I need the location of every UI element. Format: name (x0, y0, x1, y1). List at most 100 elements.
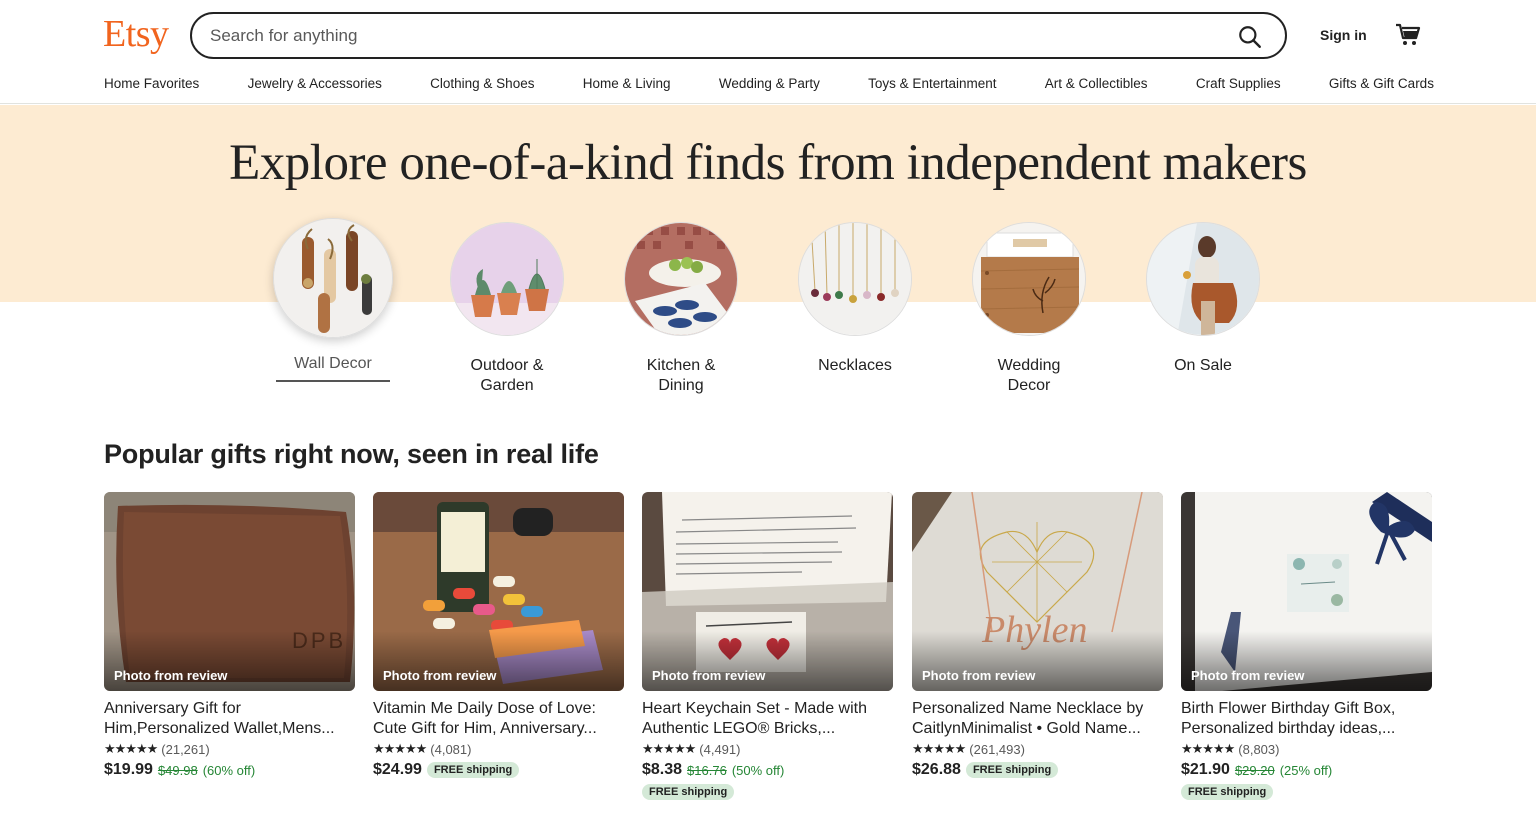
active-underline (276, 380, 390, 382)
wall-decor-image (273, 218, 393, 338)
nav-home-living[interactable]: Home & Living (583, 76, 671, 96)
sign-in-link[interactable]: Sign in (1320, 27, 1367, 43)
category-kitchen-dining[interactable]: Kitchen & Dining (611, 222, 751, 396)
hero-title: Explore one-of-a-kind finds from indepen… (229, 135, 1307, 191)
price-row: $21.90 $29.20 (25% off) (1181, 761, 1432, 779)
nav-clothing-shoes[interactable]: Clothing & Shoes (430, 76, 534, 96)
nav-gifts-gift-cards[interactable]: Gifts & Gift Cards (1329, 76, 1434, 96)
product-photo[interactable]: Phylen Photo from review (912, 492, 1163, 691)
free-shipping-row: FREE shipping (1181, 782, 1432, 800)
category-label: Kitchen & Dining (646, 357, 716, 394)
product-card-name-necklace[interactable]: Phylen Photo from review Personalized Na… (912, 492, 1163, 779)
product-card-wallet[interactable]: DPB Photo from review Anniversary Gift f… (104, 492, 355, 779)
title-line: Cute Gift for Him, Anniversary... (373, 720, 597, 737)
product-card-birth-flower-box[interactable]: Photo from review Birth Flower Birthday … (1181, 492, 1432, 800)
price: $21.90 (1181, 761, 1230, 778)
star-rating-icon: ★★★★★ (1181, 741, 1235, 756)
rating: ★★★★★ (261,493) (912, 741, 1163, 757)
nav-art-collectibles[interactable]: Art & Collectibles (1045, 76, 1148, 96)
review-count: (4,491) (699, 741, 741, 757)
price-row: $19.99 $49.98 (60% off) (104, 761, 355, 779)
category-label: Wall Decor (294, 355, 372, 372)
price: $8.38 (642, 761, 683, 778)
nav-wedding-party[interactable]: Wedding & Party (719, 76, 820, 96)
star-rating-icon: ★★★★★ (373, 741, 427, 756)
nav-craft-supplies[interactable]: Craft Supplies (1196, 76, 1281, 96)
category-wedding-decor[interactable]: Wedding Decor (959, 222, 1099, 396)
original-price: $29.20 (1234, 762, 1275, 778)
price-row: $26.88 FREE shipping (912, 761, 1163, 779)
wedding-decor-image (972, 222, 1086, 336)
rating: ★★★★★ (8,803) (1181, 741, 1432, 757)
price: $19.99 (104, 761, 153, 778)
review-count: (261,493) (969, 741, 1025, 757)
original-price: $16.76 (687, 762, 727, 778)
title-line: CaitlynMinimalist • Gold Name... (912, 720, 1141, 737)
etsy-logo[interactable]: Etsy (103, 12, 169, 56)
title-line: Vitamin Me Daily Dose of Love: (373, 700, 596, 717)
price-row: $24.99 FREE shipping (373, 761, 624, 779)
price-row: $8.38 $16.76 (50% off) (642, 761, 893, 779)
title-line: Him,Personalized Wallet,Mens... (104, 720, 335, 737)
necklaces-image (798, 222, 912, 336)
nav-home-favorites[interactable]: Home Favorites (104, 76, 199, 96)
rating: ★★★★★ (21,261) (104, 741, 355, 757)
discount: (50% off) (731, 762, 785, 778)
category-necklaces[interactable]: Necklaces (785, 222, 925, 376)
category-label: Necklaces (818, 357, 892, 374)
product-title[interactable]: Birth Flower Birthday Gift Box, Personal… (1181, 699, 1432, 739)
photo-from-review-tag: Photo from review (652, 668, 766, 683)
search-icon[interactable] (1237, 24, 1263, 50)
free-shipping-badge: FREE shipping (642, 784, 735, 800)
product-card-heart-keychain[interactable]: Photo from review Heart Keychain Set - M… (642, 492, 893, 800)
category-outdoor-garden[interactable]: Outdoor & Garden (437, 222, 577, 396)
title-line: Heart Keychain Set - Made with (642, 700, 867, 717)
title-line: Anniversary Gift for (104, 700, 241, 717)
product-title[interactable]: Heart Keychain Set - Made with Authentic… (642, 699, 893, 739)
product-card-vitamin-me[interactable]: Photo from review Vitamin Me Daily Dose … (373, 492, 624, 779)
rating: ★★★★★ (4,491) (642, 741, 893, 757)
product-photo[interactable]: Photo from review (1181, 492, 1432, 691)
star-rating-icon: ★★★★★ (104, 741, 158, 756)
product-title[interactable]: Anniversary Gift for Him,Personalized Wa… (104, 699, 355, 739)
review-count: (4,081) (430, 741, 472, 757)
product-title[interactable]: Vitamin Me Daily Dose of Love: Cute Gift… (373, 699, 624, 739)
free-shipping-row: FREE shipping (642, 782, 893, 800)
product-title[interactable]: Personalized Name Necklace by CaitlynMin… (912, 699, 1163, 739)
free-shipping-badge: FREE shipping (965, 762, 1059, 778)
site-header: Etsy Sign in Home Favorites Jewelry & Ac… (0, 0, 1536, 104)
kitchen-dining-image (624, 222, 738, 336)
star-rating-icon: ★★★★★ (912, 741, 966, 756)
free-shipping-badge: FREE shipping (426, 762, 520, 778)
title-line: Authentic LEGO® Bricks,... (642, 720, 836, 737)
product-photo[interactable]: Photo from review (373, 492, 624, 691)
price: $24.99 (373, 761, 422, 778)
outdoor-garden-image (450, 222, 564, 336)
category-label: Outdoor & Garden (470, 357, 544, 394)
original-price: $49.98 (157, 762, 198, 778)
on-sale-image (1146, 222, 1260, 336)
search-input[interactable] (210, 23, 1210, 49)
title-line: Personalized Name Necklace by (912, 700, 1144, 717)
nav-jewelry-accessories[interactable]: Jewelry & Accessories (248, 76, 382, 96)
category-label: Wedding Decor (997, 357, 1061, 394)
review-count: (8,803) (1238, 741, 1280, 757)
title-line: Birth Flower Birthday Gift Box, (1181, 700, 1396, 717)
section-title: Popular gifts right now, seen in real li… (104, 439, 599, 469)
category-wall-decor[interactable]: Wall Decor (263, 218, 403, 382)
cart-icon[interactable] (1395, 22, 1421, 48)
product-photo[interactable]: DPB Photo from review (104, 492, 355, 691)
rating: ★★★★★ (4,081) (373, 741, 624, 757)
star-rating-icon: ★★★★★ (642, 741, 696, 756)
category-on-sale[interactable]: On Sale (1133, 222, 1273, 376)
photo-from-review-tag: Photo from review (114, 668, 228, 683)
photo-from-review-tag: Photo from review (383, 668, 497, 683)
category-label: On Sale (1174, 357, 1232, 374)
photo-from-review-tag: Photo from review (922, 668, 1036, 683)
product-photo[interactable]: Photo from review (642, 492, 893, 691)
review-count: (21,261) (161, 741, 210, 757)
free-shipping-badge: FREE shipping (1181, 784, 1274, 800)
category-nav: Home Favorites Jewelry & Accessories Clo… (104, 76, 1434, 96)
nav-toys-entertainment[interactable]: Toys & Entertainment (868, 76, 996, 96)
title-line: Personalized birthday ideas,... (1181, 720, 1396, 737)
